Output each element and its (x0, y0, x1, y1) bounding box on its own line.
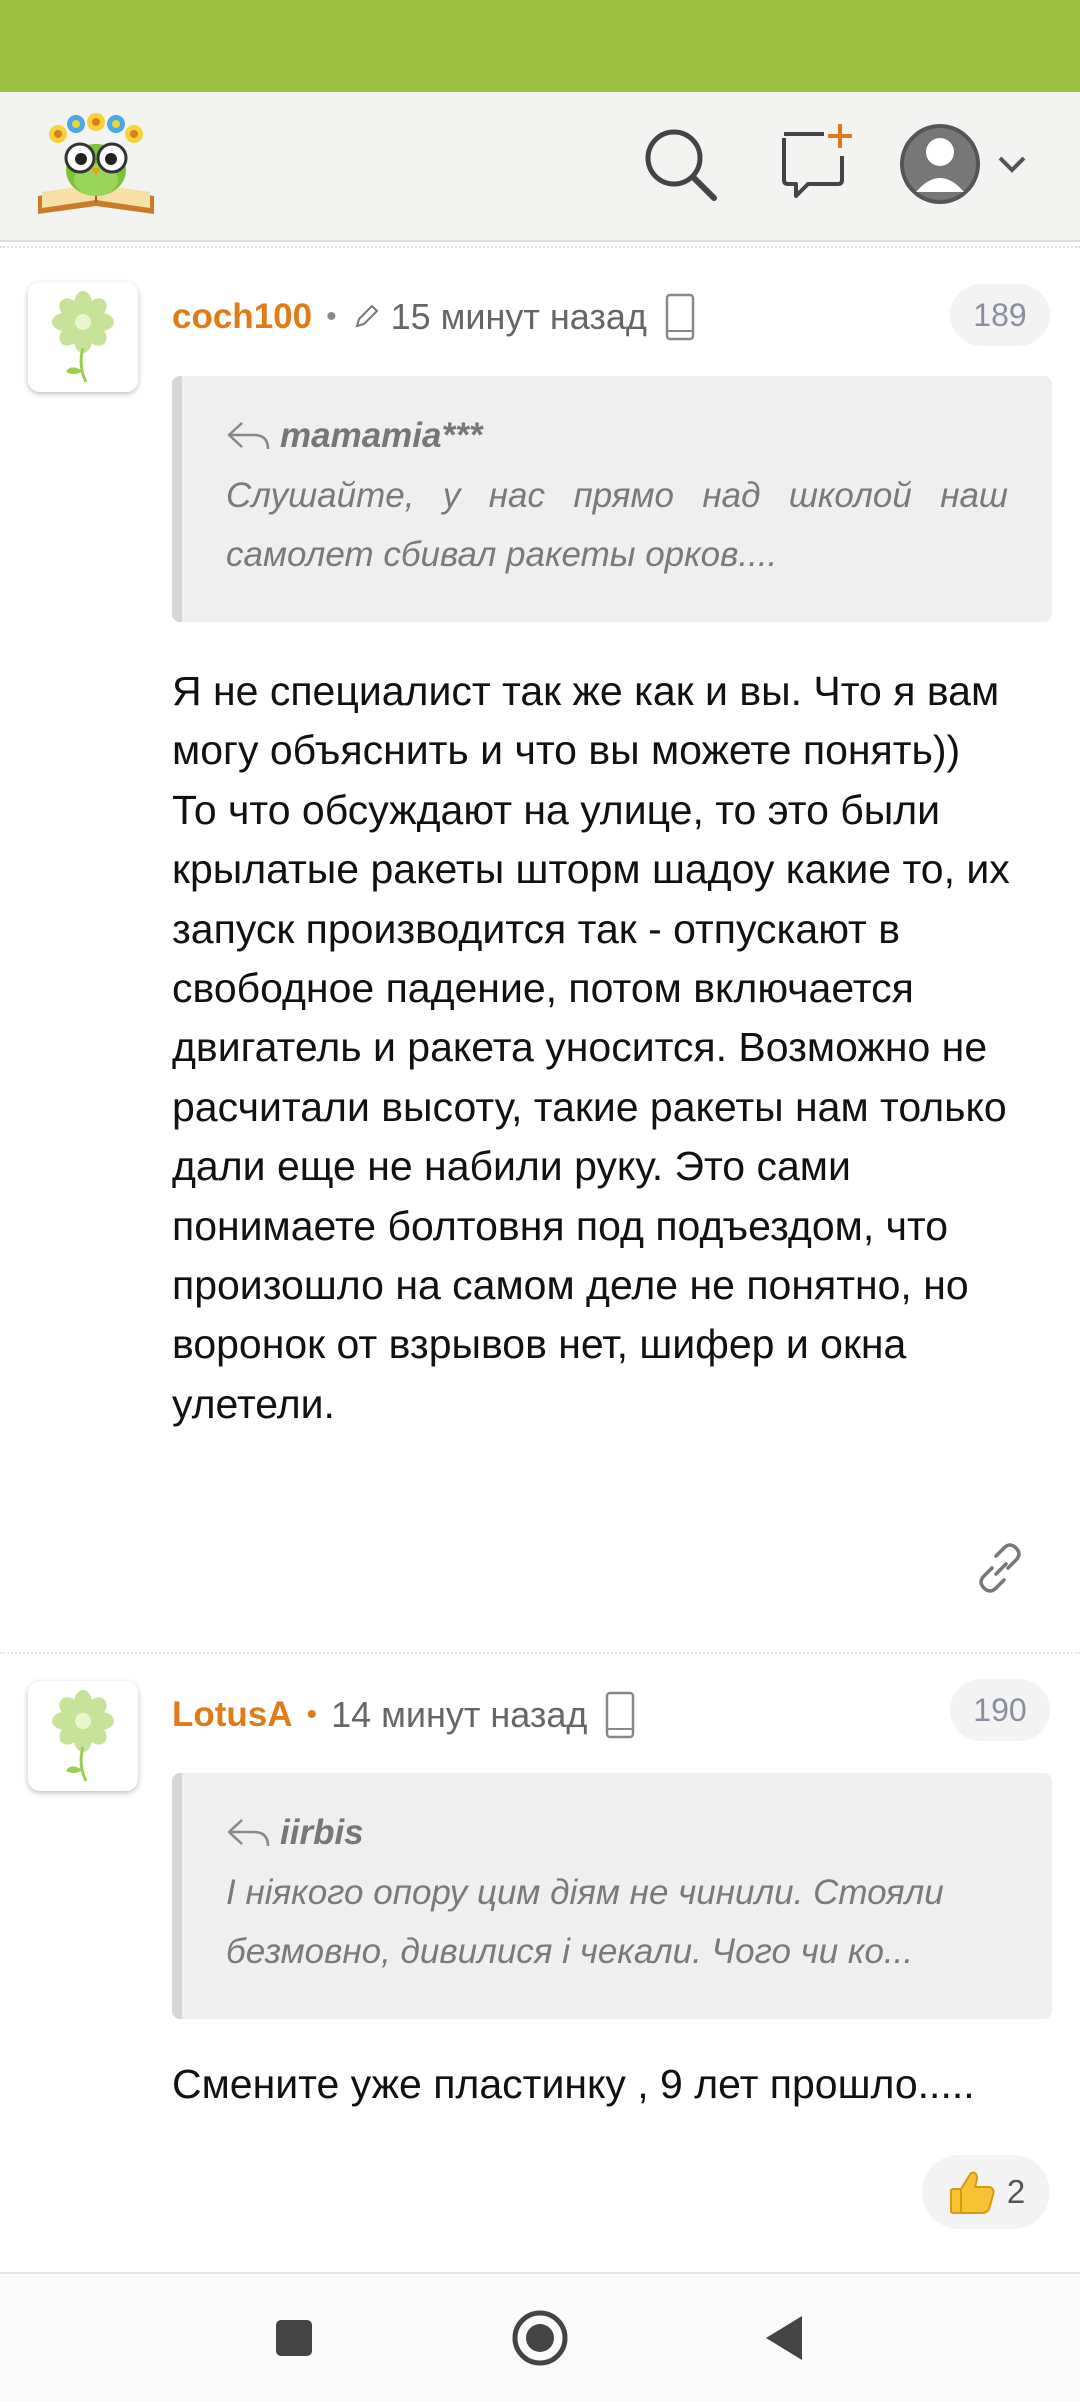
quote-text-line-2: безмовно, дивилися і чекали. Чого чи ко.… (226, 1932, 914, 1971)
comment-number-badge[interactable]: 189 (950, 284, 1050, 346)
header-divider (0, 246, 1080, 248)
quoted-reply[interactable]: mamamia*** Слушайте, у нас прямо над шко… (172, 376, 1052, 622)
flower-avatar-icon (52, 291, 114, 383)
flower-avatar-icon (52, 1690, 114, 1782)
profile-menu-button[interactable] (896, 114, 1046, 214)
quoted-reply[interactable]: iirbis І ніякого опору цим діям не чинил… (172, 1773, 1052, 2019)
owl-logo-icon[interactable] (34, 110, 158, 222)
quote-text-line-1: І ніякого опору цим діям не чинили. Стоя… (226, 1873, 944, 1912)
comment-meta: LotusA • 14 минут назад (172, 1685, 637, 1745)
new-message-plus-icon (782, 124, 852, 198)
reply-arrow-icon (227, 422, 270, 450)
link-icon (979, 1543, 1021, 1593)
recent-apps-button[interactable] (258, 2302, 330, 2374)
meta-separator: • (326, 300, 337, 333)
mobile-device-icon (665, 293, 695, 341)
permalink-button[interactable] (970, 1538, 1030, 1598)
search-button[interactable] (630, 114, 730, 214)
thumbs-up-icon (949, 2171, 995, 2214)
back-button[interactable] (750, 2302, 822, 2374)
triangle-back-icon (766, 2316, 802, 2360)
home-button[interactable] (504, 2302, 576, 2374)
chevron-down-icon (998, 156, 1026, 173)
quote-author: mamamia*** (226, 416, 1008, 456)
quote-author-name: iirbis (280, 1813, 364, 1852)
search-icon (645, 129, 717, 201)
pencil-edit-icon (355, 304, 379, 328)
comment-body-text: Я не специалист так же как и вы. Что я в… (172, 668, 1010, 1427)
user-avatar-icon (900, 124, 980, 204)
username[interactable]: LotusA (172, 1695, 293, 1735)
avatar[interactable] (28, 1681, 138, 1791)
comment-body: Смените уже пластинку , 9 лет прошло....… (172, 2061, 975, 2107)
comment-meta: coch100 • 15 минут назад (172, 287, 697, 347)
circle-home-icon (512, 2310, 568, 2366)
reply-arrow-icon (227, 1819, 270, 1847)
comment-time: 15 минут назад (390, 296, 647, 337)
like-count: 2 (1006, 2173, 1026, 2210)
app-header (0, 92, 1080, 242)
system-nav-bar (0, 2272, 1080, 2402)
comment-number-badge[interactable]: 190 (950, 1679, 1050, 1741)
comment-body: Я не специалист так же как и вы. Что я в… (172, 662, 1052, 1434)
like-reaction-button[interactable]: 2 (922, 2155, 1050, 2229)
username[interactable]: coch100 (172, 297, 312, 337)
comment-time: 14 минут назад (331, 1694, 588, 1735)
meta-separator: • (306, 1698, 318, 1731)
quote-text: Слушайте, у нас прямо над школой наш сам… (226, 476, 1008, 574)
comment-item: coch100 • 15 минут назад 189 mamamia*** … (0, 250, 1080, 1652)
quote-author: iirbis (226, 1813, 1008, 1853)
status-bar (0, 0, 1080, 92)
square-icon (276, 2320, 312, 2356)
comment-item: LotusA • 14 минут назад 190 iirbis І нія… (0, 1655, 1080, 2275)
comment-divider (0, 1652, 1080, 1654)
mobile-device-icon (606, 1691, 635, 1739)
avatar[interactable] (28, 282, 138, 392)
quote-author-name: mamamia*** (280, 416, 483, 455)
new-post-button[interactable] (762, 114, 862, 214)
